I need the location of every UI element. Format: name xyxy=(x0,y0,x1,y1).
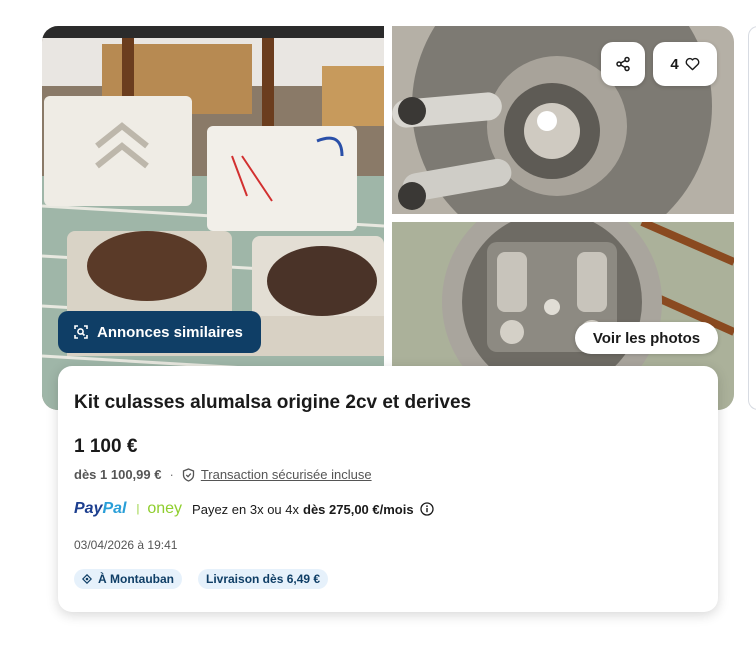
share-button[interactable] xyxy=(601,42,645,86)
favorite-count: 4 xyxy=(670,55,679,73)
installment-amount: dès 275,00 €/mois xyxy=(303,501,414,517)
similar-listings-label: Annonces similaires xyxy=(97,323,243,341)
next-card-edge xyxy=(748,26,756,410)
paypal-logo-part2: Pal xyxy=(102,500,127,517)
location-icon xyxy=(82,574,92,584)
shield-icon xyxy=(182,467,195,482)
separator-dot: · xyxy=(169,467,174,482)
payment-options: PayPal | oney Payez en 3x ou 4x dès 275,… xyxy=(74,500,434,518)
secure-transaction-link[interactable]: Transaction sécurisée incluse xyxy=(201,467,372,482)
location-label: À Montauban xyxy=(98,572,174,586)
paypal-logo: PayPal xyxy=(74,500,126,518)
similar-listings-button[interactable]: Annonces similaires xyxy=(58,311,261,353)
listing-title: Kit culasses alumalsa origine 2cv et der… xyxy=(74,392,472,413)
listing-price: 1 100 € xyxy=(74,436,138,457)
installments-text: Payez en 3x ou 4x xyxy=(192,501,300,517)
location-tag: À Montauban xyxy=(74,569,182,589)
publication-date: 03/04/2026 à 19:41 xyxy=(74,538,178,552)
heart-icon xyxy=(685,57,700,71)
payment-divider: | xyxy=(136,503,140,515)
delivery-tag: Livraison dès 6,49 € xyxy=(198,569,329,589)
price-with-protection: dès 1 100,99 € xyxy=(74,467,162,482)
buyer-protection-line: dès 1 100,99 € · Transaction sécurisée i… xyxy=(74,467,372,482)
similar-search-icon xyxy=(73,324,89,340)
oney-logo: oney xyxy=(147,500,183,517)
info-icon[interactable] xyxy=(419,502,434,516)
listing-tags: À Montauban Livraison dès 6,49 € xyxy=(74,569,329,589)
paypal-logo-part1: Pay xyxy=(74,500,103,517)
delivery-label: Livraison dès 6,49 € xyxy=(206,572,321,586)
see-photos-button[interactable]: Voir les photos xyxy=(575,322,718,354)
favorite-button[interactable]: 4 xyxy=(653,42,717,86)
listing-info-card: Kit culasses alumalsa origine 2cv et der… xyxy=(58,366,718,612)
share-icon xyxy=(615,56,631,72)
